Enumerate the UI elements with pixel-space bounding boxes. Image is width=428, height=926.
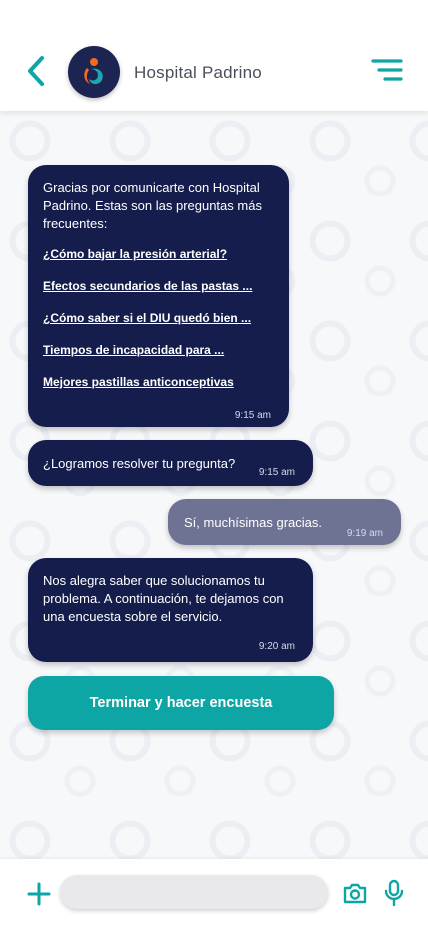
page-title: Hospital Padrino	[134, 63, 262, 82]
faq-link-contraceptives[interactable]: Mejores pastillas anticonceptivas	[43, 375, 275, 389]
finish-survey-button[interactable]: Terminar y hacer encuesta	[28, 676, 334, 730]
faq-link-iud[interactable]: ¿Cómo saber si el DIU quedó bien ...	[43, 311, 275, 325]
message-bubble-faq: Gracias por comunicarte con Hospital Pad…	[28, 165, 289, 427]
camera-icon	[343, 883, 367, 904]
message-time: 9:20 am	[258, 641, 295, 652]
composer-bar	[0, 859, 428, 926]
hospital-logo-avatar	[68, 46, 120, 98]
microphone-button[interactable]	[382, 879, 406, 907]
message-time: 9:19 am	[346, 528, 383, 539]
menu-button[interactable]	[370, 57, 404, 85]
chat-header: Hospital Padrino	[0, 0, 428, 111]
chevron-left-icon	[28, 56, 44, 86]
plus-icon	[27, 882, 51, 906]
message-bubble: ¿Logramos resolver tu pregunta? 9:15 am	[28, 440, 313, 486]
camera-button[interactable]	[342, 880, 368, 906]
message-bubble-user: Sí, muchísimas gracias. 9:19 am	[168, 499, 401, 545]
message-time: 9:15 am	[234, 410, 271, 421]
attach-button[interactable]	[26, 881, 52, 907]
faq-link-side-effects[interactable]: Efectos secundarios de las pastas ...	[43, 279, 275, 293]
microphone-icon	[384, 879, 404, 907]
message-text: Nos alegra saber que solucionamos tu pro…	[43, 573, 284, 624]
faq-link-blood-pressure[interactable]: ¿Cómo bajar la presión arterial?	[43, 247, 275, 261]
message-bubble: Nos alegra saber que solucionamos tu pro…	[28, 558, 313, 662]
hospital-logo-icon	[84, 58, 103, 85]
faq-link-sick-leave[interactable]: Tiempos de incapacidad para ...	[43, 343, 275, 357]
menu-icon	[371, 59, 403, 81]
back-button[interactable]	[22, 54, 50, 88]
message-time: 9:15 am	[258, 467, 295, 478]
message-input[interactable]	[60, 875, 328, 909]
message-text: Gracias por comunicarte con Hospital Pad…	[43, 180, 262, 231]
